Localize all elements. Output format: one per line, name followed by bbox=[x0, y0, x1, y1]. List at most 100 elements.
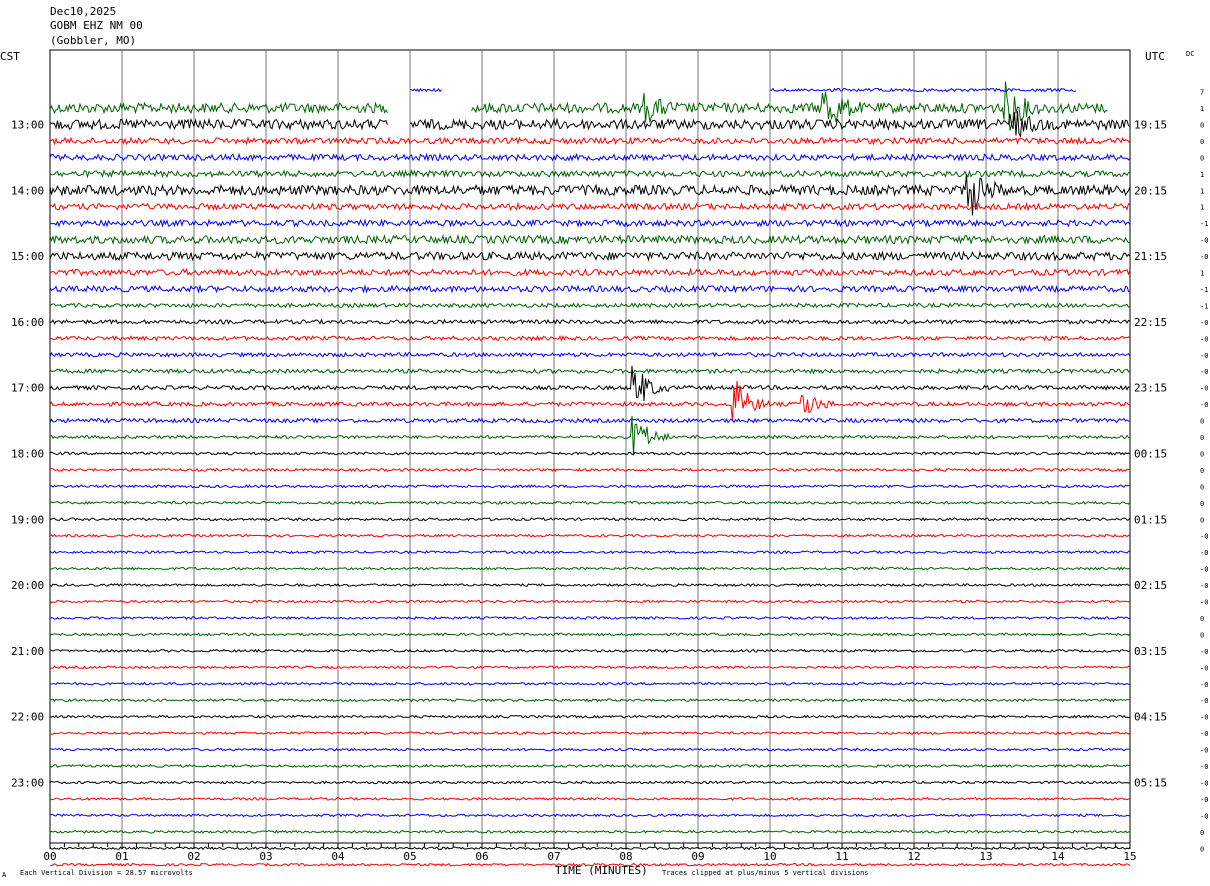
seismic-trace bbox=[49, 351, 1131, 358]
dc-offset-value: -0 bbox=[1200, 237, 1208, 245]
seismic-trace bbox=[49, 284, 1131, 294]
seismic-trace bbox=[49, 632, 1131, 637]
dc-offset-value: -0 bbox=[1200, 368, 1208, 376]
dc-offset-value: 0 bbox=[1200, 615, 1204, 623]
left-hour-label: 22:00 bbox=[11, 711, 44, 724]
left-hour-label: 20:00 bbox=[11, 579, 44, 592]
dc-offset-value: -0 bbox=[1200, 796, 1208, 804]
plot-grid bbox=[49, 49, 1131, 844]
x-tick-label: 02 bbox=[187, 850, 200, 863]
partial-trace-segment bbox=[769, 87, 1077, 93]
x-tick-label: 08 bbox=[619, 850, 632, 863]
dc-offset-value: -0 bbox=[1200, 763, 1208, 771]
x-tick-label: 01 bbox=[115, 850, 128, 863]
seismic-trace bbox=[49, 318, 1131, 326]
left-hour-label: 13:00 bbox=[11, 118, 44, 131]
dc-offset-value: 1 bbox=[1200, 105, 1204, 113]
dc-offset-value: 0 bbox=[1200, 434, 1204, 442]
seismic-trace bbox=[49, 500, 1131, 505]
right-hour-label: 05:15 bbox=[1134, 776, 1167, 789]
dc-offset-value: 1 bbox=[1200, 187, 1204, 195]
left-hour-label: 19:00 bbox=[11, 513, 44, 526]
x-tick-label: 05 bbox=[403, 850, 416, 863]
dc-offset-value: -0 bbox=[1200, 401, 1208, 409]
corner-mark: A bbox=[2, 871, 7, 879]
seismic-trace bbox=[49, 136, 1131, 146]
seismic-trace bbox=[50, 218, 1131, 229]
scale-note: Each Vertical Division = 28.57 microvolt… bbox=[20, 869, 193, 877]
seismic-trace bbox=[49, 451, 1131, 456]
dc-offset-value: 1 bbox=[1200, 204, 1204, 212]
dc-offset-value: -0 bbox=[1200, 714, 1208, 722]
left-hour-label: 16:00 bbox=[11, 316, 44, 329]
right-hour-label: 01:15 bbox=[1134, 513, 1167, 526]
dc-offset-value: 1 bbox=[1200, 270, 1204, 278]
dc-offset-value: 0 bbox=[1200, 121, 1204, 129]
dc-offset-value: -0 bbox=[1200, 385, 1208, 393]
seismic-trace bbox=[49, 250, 1131, 262]
dc-offset-value: -0 bbox=[1200, 681, 1208, 689]
plot-frame bbox=[49, 49, 1131, 844]
dc-offset-value: -0 bbox=[1200, 533, 1208, 541]
seismic-trace bbox=[49, 796, 1131, 801]
dc-offset-value: -0 bbox=[1200, 253, 1208, 261]
x-tick-label: 04 bbox=[331, 850, 345, 863]
dc-offset-value: -0 bbox=[1200, 319, 1208, 327]
dc-offset-value: -0 bbox=[1200, 335, 1208, 343]
seismic-trace bbox=[49, 714, 1131, 719]
seismic-trace bbox=[49, 747, 1131, 752]
clip-note: Traces clipped at plus/minus 5 vertical … bbox=[662, 869, 869, 877]
dc-offset-value: 0 bbox=[1200, 467, 1204, 475]
seismic-trace bbox=[49, 367, 1131, 375]
dc-offset-value: -0 bbox=[1200, 697, 1208, 705]
x-tick-label: 13 bbox=[979, 850, 992, 863]
x-axis-label: TIME (MINUTES) bbox=[555, 864, 648, 877]
dc-offset-value: -0 bbox=[1200, 779, 1208, 787]
left-hour-label: 21:00 bbox=[11, 645, 44, 658]
seismic-trace bbox=[49, 813, 1131, 818]
dc-offset-value: -0 bbox=[1200, 812, 1208, 820]
x-tick-label: 11 bbox=[835, 850, 848, 863]
dc-offset-value: 0 bbox=[1200, 483, 1204, 491]
seismic-trace bbox=[49, 517, 1131, 522]
seismic-trace bbox=[49, 467, 1131, 473]
dc-offset-value: 0 bbox=[1200, 138, 1204, 146]
seismic-trace bbox=[49, 780, 1131, 785]
seismic-trace bbox=[49, 648, 1131, 653]
seismic-trace bbox=[49, 829, 1131, 834]
left-hour-label: 23:00 bbox=[11, 776, 44, 789]
trace-group bbox=[49, 82, 1131, 867]
seismic-trace bbox=[49, 681, 1131, 686]
seismic-trace bbox=[49, 334, 1131, 342]
left-hour-label: 15:00 bbox=[11, 250, 44, 263]
dc-offset-value: 0 bbox=[1200, 631, 1204, 639]
dc-label: DC bbox=[1186, 50, 1194, 58]
dc-offset-value: 0 bbox=[1200, 450, 1204, 458]
seismic-trace bbox=[49, 169, 1131, 179]
seismic-trace bbox=[49, 233, 1131, 246]
seismic-trace bbox=[49, 566, 1131, 571]
x-tick-label: 03 bbox=[259, 850, 272, 863]
seismic-trace bbox=[49, 484, 1131, 489]
x-tick-label: 00 bbox=[43, 850, 56, 863]
dc-offset-value: 0 bbox=[1200, 516, 1204, 524]
x-tick-label: 12 bbox=[907, 850, 920, 863]
dc-offset-value: -1 bbox=[1200, 286, 1208, 294]
seismogram-plot: 13:00 14:00 15:00 16:00 17:00 18:00 19:00 20:00… bbox=[0, 49, 1208, 879]
seismic-trace bbox=[49, 583, 1131, 588]
dc-offset-value: -0 bbox=[1200, 549, 1208, 557]
dc-offset-value: -0 bbox=[1200, 599, 1208, 607]
dc-offset-value: -0 bbox=[1200, 566, 1208, 574]
x-tick-label: 09 bbox=[691, 850, 704, 863]
dc-offset-value: -0 bbox=[1200, 730, 1208, 738]
dc-offset-value: -0 bbox=[1200, 648, 1208, 656]
dc-offset-value: 7 bbox=[1200, 89, 1204, 97]
x-tick-label: 10 bbox=[763, 850, 776, 863]
right-hour-label: 19:15 bbox=[1134, 118, 1167, 131]
left-hour-label: 14:00 bbox=[11, 184, 44, 197]
dc-offset-value: -0 bbox=[1200, 664, 1208, 672]
right-hour-label: 04:15 bbox=[1134, 711, 1167, 724]
dc-offset-value: 0 bbox=[1200, 829, 1204, 837]
right-hour-label: 00:15 bbox=[1134, 447, 1167, 460]
dc-offset-value: 0 bbox=[1200, 418, 1204, 426]
